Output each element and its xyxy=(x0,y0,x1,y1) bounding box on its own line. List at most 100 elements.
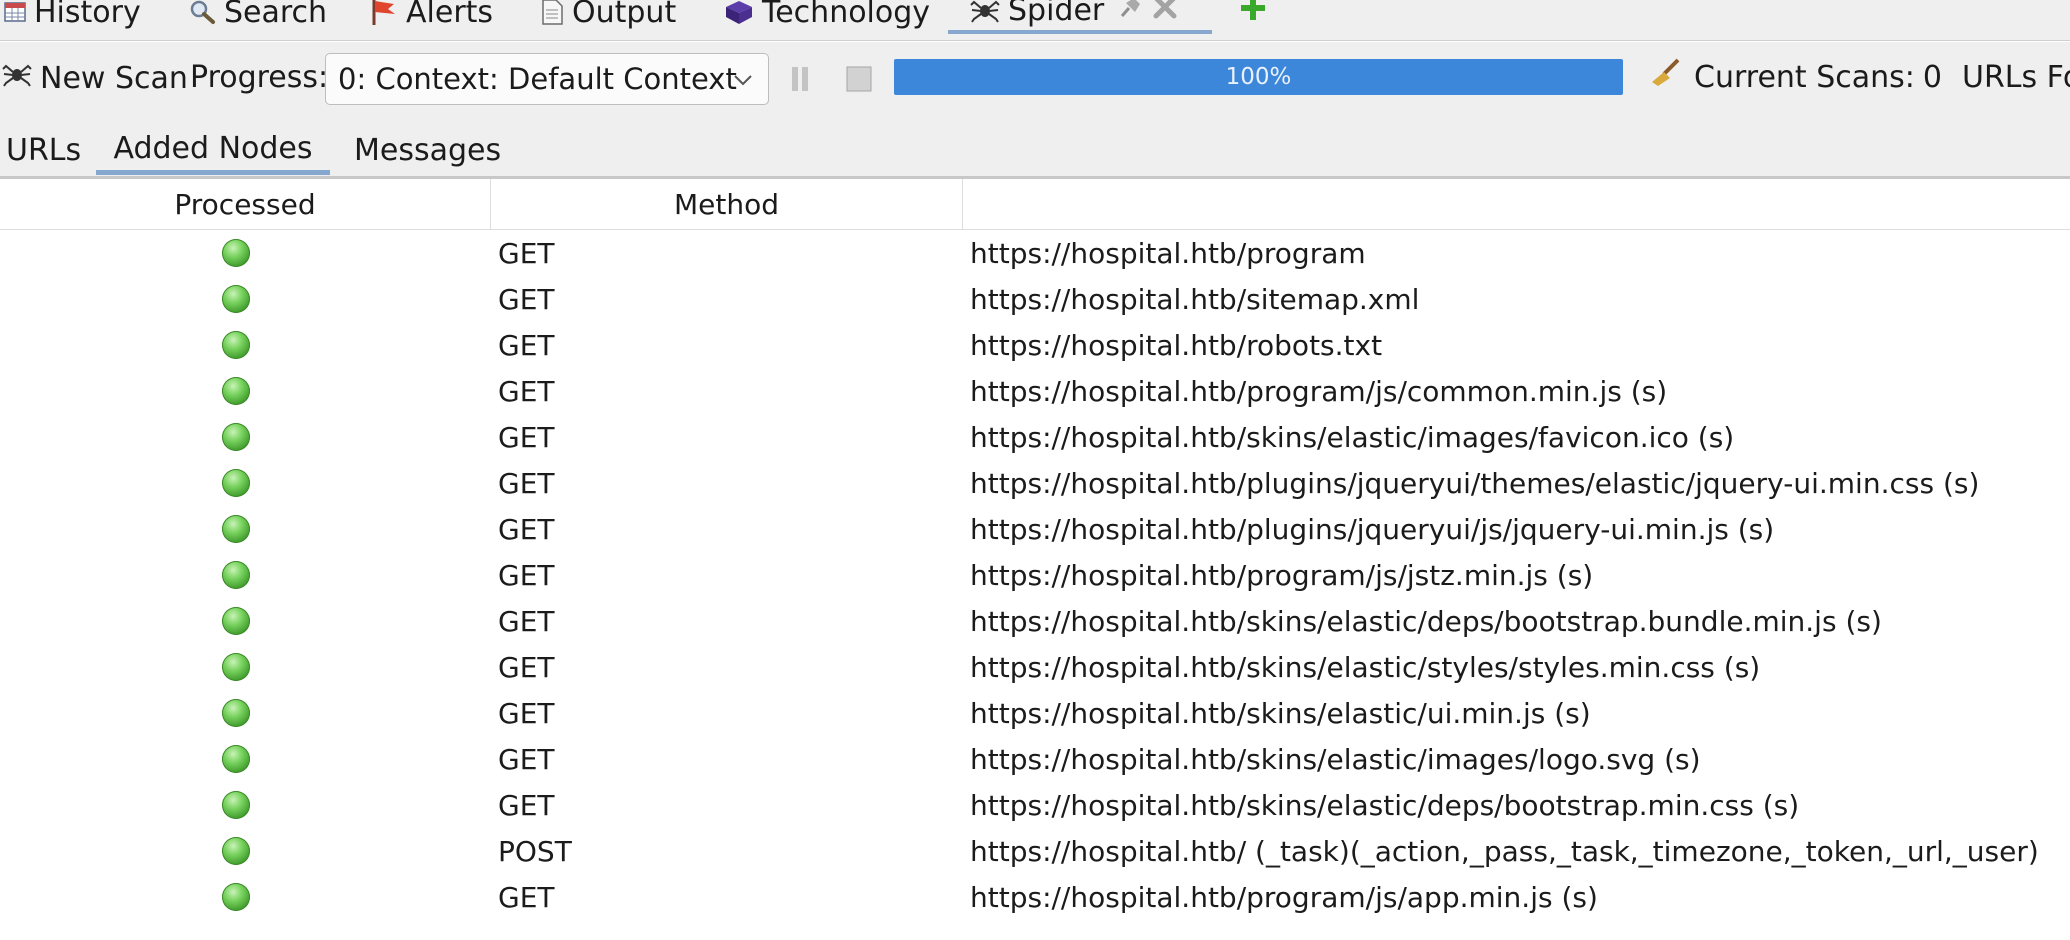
processed-ok-icon xyxy=(222,515,250,543)
processed-ok-icon xyxy=(222,607,250,635)
tab-added-nodes[interactable]: Added Nodes xyxy=(96,126,330,175)
tab-label: URLs xyxy=(6,132,82,168)
stop-icon xyxy=(846,65,872,100)
method-cell: GET xyxy=(498,788,555,822)
uri-cell: https://hospital.htb/skins/elastic/image… xyxy=(970,742,1701,776)
uri-cell: https://hospital.htb/program/js/app.min.… xyxy=(970,880,1598,914)
table-row[interactable]: GET https://hospital.htb/skins/elastic/im… xyxy=(0,736,2070,782)
method-cell: GET xyxy=(498,328,555,362)
processed-ok-icon xyxy=(222,469,250,497)
tab-label: Alerts xyxy=(406,0,494,30)
table-row[interactable]: GET https://hospital.htb/program/js/jstz.… xyxy=(0,552,2070,598)
tab-label: Added Nodes xyxy=(113,130,313,166)
tab-alerts[interactable]: Alerts xyxy=(370,0,493,34)
table-row[interactable]: GET https://hospital.htb/skins/elastic/de… xyxy=(0,782,2070,828)
processed-cell xyxy=(222,736,250,782)
tab-label: History xyxy=(34,0,141,30)
progress-text: 100% xyxy=(1225,64,1292,90)
method-cell: POST xyxy=(498,834,572,868)
tab-spider[interactable]: Spider xyxy=(948,0,1212,34)
stop-button[interactable] xyxy=(846,65,872,100)
method-cell: GET xyxy=(498,696,555,730)
method-cell: GET xyxy=(498,604,555,638)
table-row[interactable]: POST https://hospital.htb/ (_task)(_actio… xyxy=(0,828,2070,874)
tab-urls[interactable]: URLs xyxy=(2,126,85,174)
tab-technology[interactable]: Technology xyxy=(724,0,930,34)
processed-ok-icon xyxy=(222,331,250,359)
processed-cell xyxy=(222,368,250,414)
table-row[interactable]: GET https://hospital.htb/program/js/commo… xyxy=(0,368,2070,414)
uri-cell: https://hospital.htb/plugins/jqueryui/js… xyxy=(970,512,1775,546)
broom-icon xyxy=(1648,58,1682,96)
processed-ok-icon xyxy=(222,285,250,313)
uri-cell: https://hospital.htb/program xyxy=(970,236,1366,270)
method-cell: GET xyxy=(498,236,555,270)
table-row[interactable]: GET https://hospital.htb/skins/elastic/ui… xyxy=(0,690,2070,736)
current-scans-value: 0 xyxy=(1922,60,1942,95)
processed-cell xyxy=(222,598,250,644)
tab-label: Search xyxy=(224,0,328,30)
column-header-method[interactable]: Method xyxy=(491,179,963,229)
tab-messages[interactable]: Messages xyxy=(354,126,501,174)
uri-cell: https://hospital.htb/sitemap.xml xyxy=(970,282,1420,316)
processed-cell xyxy=(222,506,250,552)
processed-cell xyxy=(222,322,250,368)
column-header-uri[interactable] xyxy=(963,179,2070,229)
context-select[interactable]: 0: Context: Default Context xyxy=(325,53,769,105)
document-icon xyxy=(540,0,564,25)
table-row[interactable]: GET https://hospital.htb/plugins/jqueryui… xyxy=(0,460,2070,506)
current-scans-label: Current Scans: xyxy=(1694,60,1915,95)
workspace-tab-bar: History Search Alerts Output Technology … xyxy=(0,0,2070,41)
column-header-processed[interactable]: Processed xyxy=(0,179,491,229)
cube-icon xyxy=(724,0,754,25)
table-icon xyxy=(4,2,26,22)
processed-cell xyxy=(222,414,250,460)
table-header: Processed Method xyxy=(0,179,2070,230)
uri-cell: https://hospital.htb/program/js/jstz.min… xyxy=(970,558,1594,592)
scan-progress-bar: 100% xyxy=(894,59,1623,95)
tab-search[interactable]: Search xyxy=(188,0,327,34)
table-row[interactable]: GET https://hospital.htb/skins/elastic/st… xyxy=(0,644,2070,690)
clear-button[interactable] xyxy=(1648,58,1682,96)
uri-cell: https://hospital.htb/skins/elastic/deps/… xyxy=(970,788,1800,822)
pause-button[interactable] xyxy=(789,65,811,100)
table-row[interactable]: GET https://hospital.htb/plugins/jqueryui… xyxy=(0,506,2070,552)
new-scan-button[interactable]: New Scan xyxy=(2,60,188,96)
table-row[interactable]: GET https://hospital.htb/program/js/app.m… xyxy=(0,874,2070,920)
table-row[interactable]: GET https://hospital.htb/skins/elastic/im… xyxy=(0,414,2070,460)
processed-ok-icon xyxy=(222,883,250,911)
pin-icon[interactable] xyxy=(1116,0,1144,28)
processed-cell xyxy=(222,782,250,828)
uri-cell: https://hospital.htb/robots.txt xyxy=(970,328,1383,362)
plus-icon xyxy=(1238,0,1268,31)
processed-cell xyxy=(222,644,250,690)
tab-label: Technology xyxy=(762,0,931,30)
processed-ok-icon xyxy=(222,377,250,405)
results-tab-bar: URLs Added Nodes Messages xyxy=(0,120,2070,179)
processed-cell xyxy=(222,828,250,874)
method-cell: GET xyxy=(498,282,555,316)
processed-ok-icon xyxy=(222,423,250,451)
spider-toolbar: New Scan Progress: 0: Context: Default C… xyxy=(0,42,2070,120)
table-row[interactable]: GET https://hospital.htb/sitemap.xml xyxy=(0,276,2070,322)
magnifier-icon xyxy=(188,0,216,25)
processed-ok-icon xyxy=(222,653,250,681)
processed-ok-icon xyxy=(222,745,250,773)
tab-history[interactable]: History xyxy=(4,0,141,34)
processed-cell xyxy=(222,230,250,276)
table-row[interactable]: GET https://hospital.htb/skins/elastic/de… xyxy=(0,598,2070,644)
processed-ok-icon xyxy=(222,699,250,727)
table-row[interactable]: GET https://hospital.htb/program xyxy=(0,230,2070,276)
spider-icon xyxy=(970,0,1000,24)
tab-label: Output xyxy=(572,0,677,30)
method-cell: GET xyxy=(498,512,555,546)
processed-ok-icon xyxy=(222,561,250,589)
table-row[interactable]: GET https://hospital.htb/robots.txt xyxy=(0,322,2070,368)
add-tab-button[interactable] xyxy=(1238,0,1268,34)
tab-output[interactable]: Output xyxy=(540,0,676,34)
close-icon[interactable] xyxy=(1152,0,1178,28)
processed-cell xyxy=(222,552,250,598)
processed-cell xyxy=(222,276,250,322)
uri-cell: https://hospital.htb/plugins/jqueryui/th… xyxy=(970,466,1980,500)
flag-icon xyxy=(370,0,398,26)
